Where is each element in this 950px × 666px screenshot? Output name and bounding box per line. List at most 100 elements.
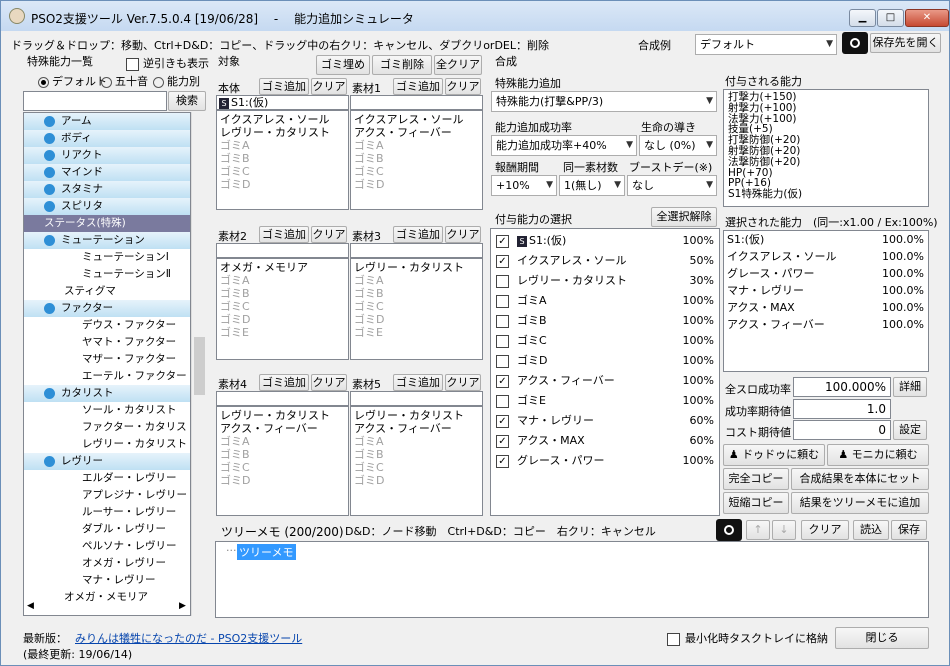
tree-item[interactable]: カタリスト	[24, 385, 190, 402]
ability-option[interactable]: ゴミD 100%	[496, 351, 718, 371]
slot-ability-item[interactable]: レヴリー・カタリスト	[354, 261, 479, 274]
memo-save-button[interactable]: 保存	[891, 520, 927, 540]
camera-icon[interactable]	[842, 32, 868, 54]
slot-trash-item[interactable]: ゴミA	[220, 139, 345, 152]
tree-item[interactable]: ボディ	[24, 130, 190, 147]
slot-ability-list[interactable]: オメガ・メモリア ゴミA ゴミB ゴミC ゴミD ゴミE	[216, 258, 349, 360]
tree-item[interactable]: レヴリー・カタリスト	[24, 436, 190, 453]
detail-button[interactable]: 詳細	[893, 377, 927, 397]
tree-item[interactable]: ステータス(特殊)	[24, 215, 190, 232]
add-trash-button[interactable]: ゴミ追加	[259, 226, 309, 243]
life-select[interactable]: なし (0%) ▼	[639, 135, 717, 156]
slot-trash-item[interactable]: ゴミB	[354, 152, 479, 165]
tree-item[interactable]: ヤマト・ファクター	[24, 334, 190, 351]
search-input[interactable]	[23, 91, 167, 111]
slot-trash-item[interactable]: ゴミE	[354, 326, 479, 339]
slot-clear-button[interactable]: クリア	[311, 374, 347, 391]
maximize-button[interactable]: □	[877, 9, 904, 27]
ability-option[interactable]: ゴミB 100%	[496, 311, 718, 331]
search-button[interactable]: 検索	[168, 91, 206, 111]
tree-item[interactable]: マナ・レヴリー	[24, 572, 190, 589]
add-trash-button[interactable]: ゴミ追加	[393, 226, 443, 243]
ability-option[interactable]: ✓ グレース・パワー 100%	[496, 451, 718, 471]
sort-kana-radio[interactable]: 五十音	[101, 73, 148, 89]
close-button[interactable]: 閉じる	[835, 627, 929, 649]
slot-trash-item[interactable]: ゴミB	[220, 152, 345, 165]
slot-ability-item[interactable]: レヴリー・カタリスト	[354, 409, 479, 422]
full-copy-button[interactable]: 完全コピー	[723, 468, 789, 490]
slot-trash-item[interactable]: ゴミC	[354, 165, 479, 178]
close-window-button[interactable]: ✕	[905, 9, 949, 27]
ability-checkbox[interactable]	[496, 314, 509, 328]
tray-checkbox[interactable]: 最小化時タスクトレイに格納	[667, 630, 828, 646]
slot-ability-list[interactable]: レヴリー・カタリスト ゴミA ゴミB ゴミC ゴミD ゴミE	[350, 258, 483, 360]
add-trash-button[interactable]: ゴミ追加	[393, 374, 443, 391]
slot-header-field[interactable]	[350, 243, 483, 258]
slot-trash-item[interactable]: ゴミB	[354, 448, 479, 461]
slot-trash-item[interactable]: ゴミD	[354, 474, 479, 487]
tree-item[interactable]: アーム	[24, 113, 190, 130]
scroll-left-icon[interactable]: ◀	[27, 601, 34, 611]
delete-trash-button[interactable]: ゴミ削除	[372, 55, 432, 75]
ability-checkbox[interactable]: ✓	[496, 234, 509, 248]
ability-checkbox[interactable]	[496, 354, 509, 368]
ability-checkbox[interactable]: ✓	[496, 374, 509, 388]
latest-link[interactable]: みりんは犠牲になったのだ - PSO2支援ツール	[75, 630, 302, 646]
slot-trash-item[interactable]: ゴミA	[354, 435, 479, 448]
tree-item[interactable]: スピリタ	[24, 198, 190, 215]
memo-tree[interactable]: ···· ツリーメモ	[215, 541, 929, 618]
slot-trash-item[interactable]: ゴミA	[354, 139, 479, 152]
preset-select[interactable]: デフォルト ▼	[695, 34, 837, 55]
ability-option[interactable]: ✓ アクス・フィーバー 100%	[496, 371, 718, 391]
ability-option[interactable]: ゴミE 100%	[496, 391, 718, 411]
reverse-lookup-checkbox[interactable]: 逆引きも表示	[126, 55, 209, 71]
slot-clear-button[interactable]: クリア	[311, 78, 347, 95]
add-trash-button[interactable]: ゴミ追加	[259, 374, 309, 391]
tree-item[interactable]: レヴリー	[24, 453, 190, 470]
slot-ability-item[interactable]: イクスアレス・ソール	[354, 113, 479, 126]
slot-ability-item[interactable]: オメガ・メモリア	[220, 261, 345, 274]
slot-ability-item[interactable]: レヴリー・カタリスト	[220, 126, 345, 139]
slot-ability-item[interactable]: アクス・フィーバー	[354, 126, 479, 139]
tree-item[interactable]: エーテル・ファクター	[24, 368, 190, 385]
tree-scrollbar[interactable]	[191, 112, 206, 616]
slot-ability-item[interactable]: アクス・フィーバー	[354, 422, 479, 435]
slot-header-field[interactable]	[350, 391, 483, 406]
ability-option[interactable]: ✓ イクスアレス・ソール 50%	[496, 251, 718, 271]
slot-trash-item[interactable]: ゴミC	[354, 461, 479, 474]
slot-trash-item[interactable]: ゴミA	[354, 274, 479, 287]
tree-item[interactable]: ミューテーションⅡ	[24, 266, 190, 283]
tree-item[interactable]: マザー・ファクター	[24, 351, 190, 368]
slot-trash-item[interactable]: ゴミB	[354, 287, 479, 300]
slot-trash-item[interactable]: ゴミD	[354, 178, 479, 191]
ability-checkbox[interactable]: ✓	[496, 454, 509, 468]
tree-item[interactable]: リアクト	[24, 147, 190, 164]
same-select[interactable]: 1(無し) ▼	[559, 175, 625, 196]
slot-trash-item[interactable]: ゴミD	[220, 474, 345, 487]
ability-checkbox[interactable]: ✓	[496, 254, 509, 268]
slot-trash-item[interactable]: ゴミD	[354, 313, 479, 326]
reward-select[interactable]: +10% ▼	[491, 175, 557, 196]
slot-trash-item[interactable]: ゴミC	[220, 300, 345, 313]
add-trash-button[interactable]: ゴミ追加	[393, 78, 443, 95]
tree-item[interactable]: ソール・カタリスト	[24, 402, 190, 419]
scroll-thumb[interactable]	[194, 337, 205, 395]
rate-select[interactable]: 能力追加成功率+40% ▼	[491, 135, 637, 156]
sort-default-radio[interactable]: デフォルト	[38, 73, 107, 89]
tree-item[interactable]: スティグマ	[24, 283, 190, 300]
ability-option[interactable]: ✓ S S1:(仮) 100%	[496, 231, 718, 251]
slot-ability-item[interactable]: イクスアレス・ソール	[220, 113, 345, 126]
tree-item[interactable]: マインド	[24, 164, 190, 181]
memo-clear-button[interactable]: クリア	[801, 520, 849, 540]
slot-ability-item[interactable]: アクス・フィーバー	[220, 422, 345, 435]
ability-option[interactable]: レヴリー・カタリスト 30%	[496, 271, 718, 291]
tree-item[interactable]: ダブル・レヴリー	[24, 521, 190, 538]
tree-item[interactable]: ペルソナ・レヴリー	[24, 538, 190, 555]
slot-header-field[interactable]: S S1:(仮)	[216, 95, 349, 110]
clear-all-button[interactable]: 全クリア	[434, 55, 482, 75]
short-copy-button[interactable]: 短縮コピー	[723, 492, 789, 514]
set-body-button[interactable]: 合成結果を本体にセット	[791, 468, 929, 490]
ability-checkbox[interactable]	[496, 334, 509, 348]
slot-ability-list[interactable]: レヴリー・カタリスト アクス・フィーバー ゴミA ゴミB ゴミC ゴミD	[350, 406, 483, 516]
ability-tree[interactable]: アーム ボディ リアクト マインド スタミナ スピリタ ステータス(特殊) ミューテーションミ…	[23, 112, 191, 616]
